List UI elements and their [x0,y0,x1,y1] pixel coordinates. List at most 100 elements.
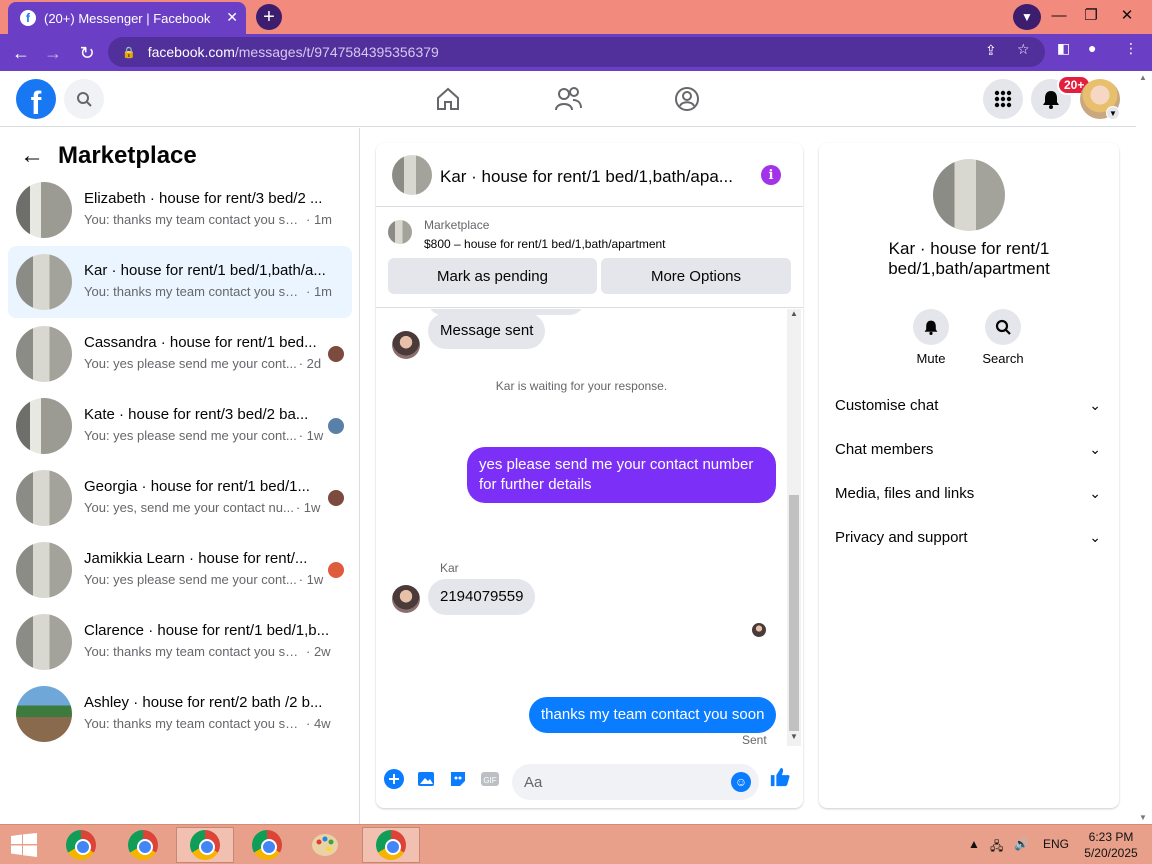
browser-tab[interactable]: f (20+) Messenger | Facebook ✕ [8,2,246,34]
conversation-item[interactable]: Ashley · house for rent/2 bath /2 b... Y… [8,678,352,750]
taskbar-chrome-profile-2[interactable] [114,827,172,863]
scroll-down-icon[interactable]: ▼ [1139,813,1147,822]
more-options-button[interactable]: More Options [601,258,791,294]
add-plus-icon[interactable] [383,768,405,790]
bookmark-star-icon[interactable]: ☆ [1017,41,1030,58]
conversation-item-active[interactable]: Kar · house for rent/1 bed/1,bath/a... Y… [8,246,352,318]
privacy-support-section[interactable]: Privacy and support ⌄ [835,515,1103,559]
chat-title[interactable]: Kar · house for rent/1 bed/1,bath/apa... [440,167,745,187]
conversation-snippet: You: yes please send me your cont... · 1w [84,428,324,443]
message-bubble-outgoing: thanks my team contact you soon [529,697,777,733]
sticker-icon[interactable] [447,768,469,790]
svg-text:GIF: GIF [483,776,496,785]
composer: GIF Aa ☺ [376,748,803,808]
search-label: Search [982,351,1024,366]
back-icon[interactable]: ← [8,40,34,66]
taskbar-chrome-active[interactable] [362,827,420,863]
media-files-links-section[interactable]: Media, files and links ⌄ [835,471,1103,515]
search-icon [77,92,92,107]
show-hidden-icons[interactable]: ▲ [968,837,980,851]
facebook-logo-icon[interactable]: f [16,79,56,119]
chrome-menu-icon[interactable]: ⋮ [1124,40,1138,57]
emoji-icon[interactable]: ☺ [731,772,751,792]
scroll-up-icon[interactable]: ▲ [787,309,801,321]
groups-icon[interactable] [671,83,703,115]
conversation-snippet: You: thanks my team contact you soon · 4w [84,716,331,731]
photo-icon[interactable] [415,768,437,790]
conversation-thumbnail [16,182,72,238]
mute-button[interactable]: Mute [901,309,961,366]
volume-icon[interactable]: 🔊 [1014,837,1029,851]
chrome-icon [376,830,406,860]
forward-icon[interactable]: → [40,40,66,66]
customise-chat-section[interactable]: Customise chat ⌄ [835,383,1103,427]
contact-thumbnail[interactable] [933,159,1005,231]
address-bar[interactable]: 🔒 facebook.com/messages/t/97475843953563… [108,37,1045,67]
url-host: facebook.com [147,44,235,60]
clock-date: 5/20/2025 [1084,846,1138,860]
bell-icon [913,309,949,345]
scrollbar-thumb[interactable] [789,495,799,731]
conversation-title: Cassandra · house for rent/1 bed... [84,334,317,351]
new-tab-button[interactable]: + [256,4,282,30]
conversation-item[interactable]: Elizabeth · house for rent/3 bed/2 ... Y… [8,174,352,246]
listing-thumbnail[interactable] [388,220,412,244]
taskbar-chrome-profile-1[interactable] [52,827,110,863]
conversation-title: Georgia · house for rent/1 bed/1... [84,478,310,495]
conversation-item[interactable]: Cassandra · house for rent/1 bed... You:… [8,318,352,390]
conversation-item[interactable]: Clarence · house for rent/1 bed/1,b... Y… [8,606,352,678]
taskbar-paint-app[interactable] [296,827,354,863]
conversation-thumbnail [16,614,72,670]
conversation-thumbnail [16,686,72,742]
tab-search-button[interactable]: ▼ [1013,4,1041,30]
chat-thumbnail[interactable] [392,155,432,195]
home-icon[interactable] [432,83,464,115]
message-input[interactable]: Aa ☺ [512,764,759,800]
search-in-chat-button[interactable]: Search [973,309,1033,366]
chat-header: Kar · house for rent/1 bed/1,bath/apa...… [376,143,803,207]
conversation-item[interactable]: Georgia · house for rent/1 bed/1... You:… [8,462,352,534]
scroll-up-icon[interactable]: ▲ [1139,73,1147,82]
chevron-down-icon[interactable]: ▼ [1106,106,1120,120]
language-indicator[interactable]: ENG [1043,837,1069,851]
taskbar-chrome-profile-3[interactable] [176,827,234,863]
friends-icon[interactable] [552,83,584,115]
search-button[interactable] [64,79,104,119]
close-window-button[interactable]: ✕ [1112,2,1142,28]
contact-avatar[interactable] [392,585,420,613]
side-panel-icon[interactable]: ◧ [1057,40,1070,57]
close-tab-icon[interactable]: ✕ [226,9,238,26]
network-icon[interactable]: 🖧 [990,837,1003,858]
back-arrow-icon[interactable]: ← [20,142,44,170]
conversation-item[interactable]: Kate · house for rent/3 bed/2 ba... You:… [8,390,352,462]
thumbs-up-icon[interactable] [769,766,791,788]
conversation-thumbnail [16,254,72,310]
reload-icon[interactable]: ↻ [74,40,100,66]
windows-start-icon[interactable] [10,833,38,857]
system-clock[interactable]: 6:23 PM 5/20/2025 [1078,829,1144,861]
conversation-thumbnail [16,470,72,526]
sidebar-title: Marketplace [58,142,197,169]
sent-status: Sent [742,733,767,746]
info-icon[interactable]: i [761,165,781,185]
seen-avatar [328,346,344,362]
conversation-snippet: You: yes, send me your contact nu... · 1w [84,500,321,515]
conversation-item[interactable]: Jamikkia Learn · house for rent/... You:… [8,534,352,606]
share-icon[interactable]: ⇪ [985,42,997,59]
restore-button[interactable]: ❐ [1076,2,1106,28]
gif-icon[interactable]: GIF [479,768,501,790]
conversation-thumbnail [16,542,72,598]
chat-members-section[interactable]: Chat members ⌄ [835,427,1103,471]
menu-button[interactable] [983,79,1023,119]
contact-avatar[interactable] [392,331,420,359]
minimize-button[interactable]: — [1044,2,1074,28]
sidebar-header: ← Marketplace [20,142,197,170]
listing-title[interactable]: $800 – house for rent/1 bed/1,bath/apart… [424,237,666,251]
mark-as-pending-button[interactable]: Mark as pending [388,258,597,294]
profile-icon[interactable]: ● [1088,40,1096,56]
chat-panel: Kar · house for rent/1 bed/1,bath/apa...… [376,143,803,808]
page-scrollbar[interactable]: ▲ ▼ [1136,71,1152,824]
conversation-snippet: You: thanks my team contact you soon · 2w [84,644,331,659]
scroll-down-icon[interactable]: ▼ [787,732,801,744]
taskbar-chrome-profile-4[interactable] [238,827,296,863]
